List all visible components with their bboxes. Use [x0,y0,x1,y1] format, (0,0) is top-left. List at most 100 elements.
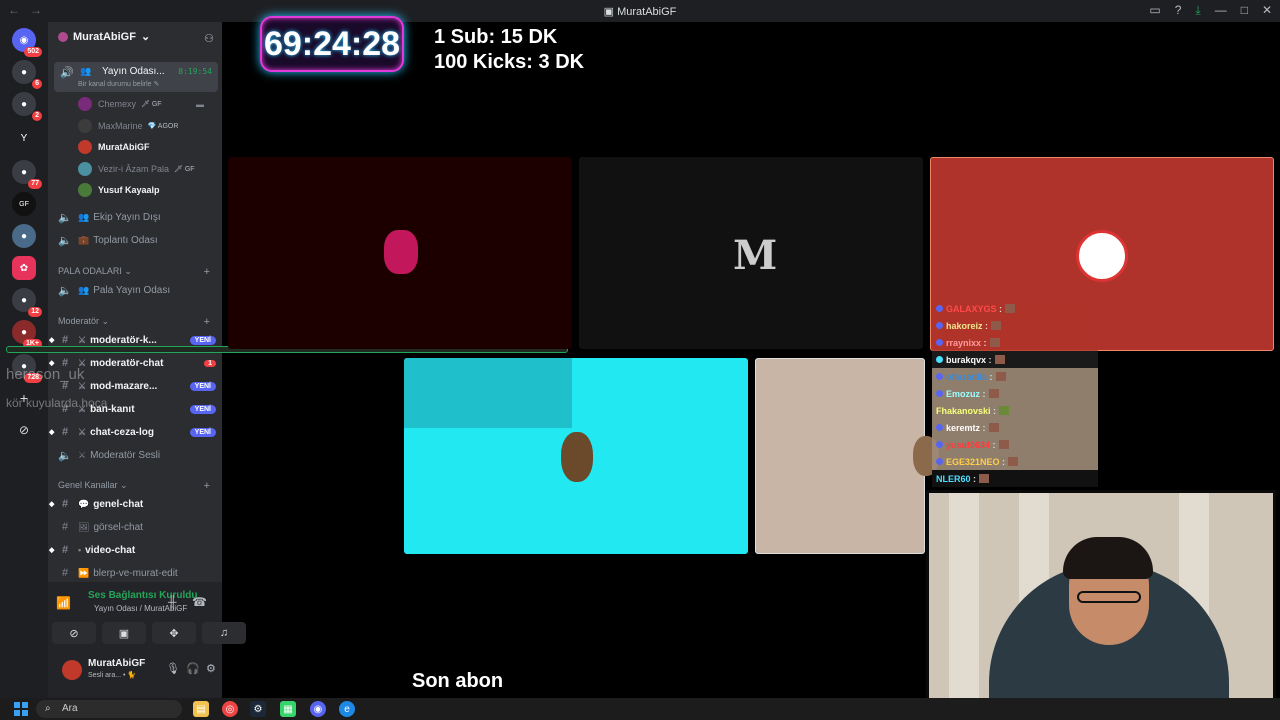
badge-icon [936,441,943,448]
channel-status[interactable]: Bir kanal durumu belirle ✎ [78,80,159,88]
inbox-icon[interactable]: ▭ [1149,3,1160,18]
hash-icon: # [61,498,69,510]
discord-icon[interactable]: ◉ [310,701,326,717]
voice-channel-toplanti[interactable]: 🔈 💼 Toplantı Odası [58,230,216,250]
avatar [384,230,418,274]
server-icon[interactable]: ● 1K+ [12,320,42,349]
maximize-button[interactable]: □ [1241,3,1248,18]
help-icon[interactable]: ? [1175,3,1182,18]
unread-badge: 77 [28,179,42,189]
goal-line: 1 Sub: 15 DK [434,26,558,48]
category-moderator[interactable]: Moderatör ⌄ + [58,316,210,328]
chat-message: Fhakanovski : [932,402,1098,419]
voice-channel-ekip[interactable]: 🔈 👥 Ekip Yayın Dışı [58,207,216,227]
discover-icon[interactable]: ⊘ [12,418,36,442]
video-tile[interactable] [755,358,925,554]
category-genel[interactable]: Genel Kanallar ⌄ + [58,480,210,492]
server-icon[interactable]: GF [12,192,36,216]
emote-icon [995,372,1006,381]
download-icon[interactable]: ⤓ [1195,3,1200,18]
voice-status[interactable]: Ses Bağlantısı Kuruldu [88,590,197,601]
hash-icon: # [61,544,69,556]
emote-icon [998,440,1009,449]
add-channel-icon[interactable]: + [204,480,210,492]
soundboard-button[interactable]: ♫ [202,622,246,644]
category-pala[interactable]: PALA ODALARI ⌄ + [58,266,210,278]
server-icon[interactable]: ● 2 [12,92,42,121]
screen-share-button[interactable]: ▣ [102,622,146,644]
voice-channel-moderator[interactable]: 🔈 ⚔ Moderatör Sesli [58,445,216,465]
channel-name: Yayın Odası... [102,66,165,77]
discord-home-icon[interactable]: ◉ 502 [12,28,42,57]
app-icon[interactable]: ▦ [280,701,296,717]
camera-off-button[interactable]: ⊘ [52,622,96,644]
badge-icon [936,424,943,431]
voice-member[interactable]: Vezir-i Âzam Pala 🗡 GF [78,159,195,179]
steam-icon[interactable]: ⚙ [250,701,266,717]
server-icon[interactable]: ✿ [12,256,36,280]
signal-icon[interactable]: 📶 [56,596,71,610]
file-explorer-icon[interactable]: ▤ [193,701,209,717]
alert-text: Son abon [412,670,504,692]
server-logo-icon [58,31,68,42]
server-name: MuratAbiGF [73,30,136,43]
voice-member[interactable]: MuratAbiGF [78,137,150,157]
hash-icon: # [61,426,69,438]
server-icon[interactable]: ● 77 [12,160,42,189]
avatar [1076,230,1128,282]
window-titlebar: ← → ▣ MuratAbiGF ▭ ? ⤓ — □ ✕ [0,0,1280,22]
server-icon[interactable]: Y [12,126,36,150]
curtain-fold [949,493,979,711]
user-name[interactable]: MuratAbiGF [88,658,145,669]
disconnect-icon[interactable]: ☎ [192,595,207,609]
gear-icon[interactable]: ⚙ [206,662,216,675]
add-channel-icon[interactable]: + [204,316,210,328]
server-icon[interactable]: ● 6 [12,60,42,89]
minimize-button[interactable]: — [1215,3,1227,18]
channel-genel-chat[interactable]: ◆ # 💬 genel-chat [49,494,216,514]
add-channel-icon[interactable]: + [204,266,210,278]
headphones-icon[interactable]: 🎧 [186,662,200,675]
stream-chat: GALAXYGS : hakoreiz : rraynixx : burakqv… [932,300,1098,487]
edge-icon[interactable]: e [339,701,355,717]
chat-message: NLER60 : [932,470,1098,487]
add-user-icon[interactable]: ⚇ [204,32,214,45]
close-button[interactable]: ✕ [1262,3,1272,18]
activities-button[interactable]: ✥ [152,622,196,644]
chat-message: yusuf0634 : [932,436,1098,453]
noise-suppression-icon[interactable]: ╫ [168,595,177,609]
chevron-down-icon: ⌄ [140,31,151,43]
avatar [561,432,593,482]
voice-channel-pala[interactable]: 🔈 👥 Pala Yayın Odası [58,280,216,300]
subathon-timer: 69:24:28 [260,16,404,72]
taskbar: ⌕ Ara ▤ ◎ ⚙ ▦ ◉ e [0,698,1280,720]
microphone-icon[interactable]: 🎙 [166,662,180,675]
voice-member[interactable]: Yusuf Kayaalp [78,180,160,200]
active-voice-channel[interactable]: 🔊 👥 Yayın Odası... 8:19:54 Bir kanal dur… [54,62,218,92]
emote-icon [1008,457,1019,466]
badge-icon [936,458,943,465]
voice-connection-panel: 📶 Ses Bağlantısı Kuruldu Yayın Odası / M… [48,582,246,652]
server-icon[interactable]: ● 12 [12,288,42,317]
taskbar-search-input[interactable]: ⌕ Ara [36,700,182,718]
goal-line: 100 Kicks: 3 DK [434,51,585,73]
server-header[interactable]: MuratAbiGF ⌄ [58,30,150,43]
channel-video-chat[interactable]: ◆ # • video-chat [49,540,216,560]
window-title: ▣ MuratAbiGF [603,6,677,18]
group-icon: 👥 [80,66,92,76]
windows-start-icon[interactable] [14,702,28,716]
badge-icon [936,322,943,329]
speaker-icon: 🔊 [60,67,74,79]
new-badge: YENİ [189,335,216,345]
channel-chat-ceza-log[interactable]: ◆ # ⚔ chat-ceza-log YENİ [49,422,216,442]
avatar[interactable] [62,660,82,680]
chrome-icon[interactable]: ◎ [222,701,238,717]
channel-blerp-edit[interactable]: # ⏩ blerp-ve-murat-edit [58,563,216,583]
voice-member[interactable]: MaxMarine 💎 AGOR [78,116,178,136]
watermark-text: heroson_uk [6,366,85,383]
server-icon[interactable]: ● [12,224,36,248]
chat-message: keremtz : [932,419,1098,436]
voice-member[interactable]: Chemexy 🗡 GF ▬ [78,94,204,114]
channel-gorsel-chat[interactable]: # 🖼 görsel-chat [58,517,216,537]
hash-icon: # [61,567,69,579]
